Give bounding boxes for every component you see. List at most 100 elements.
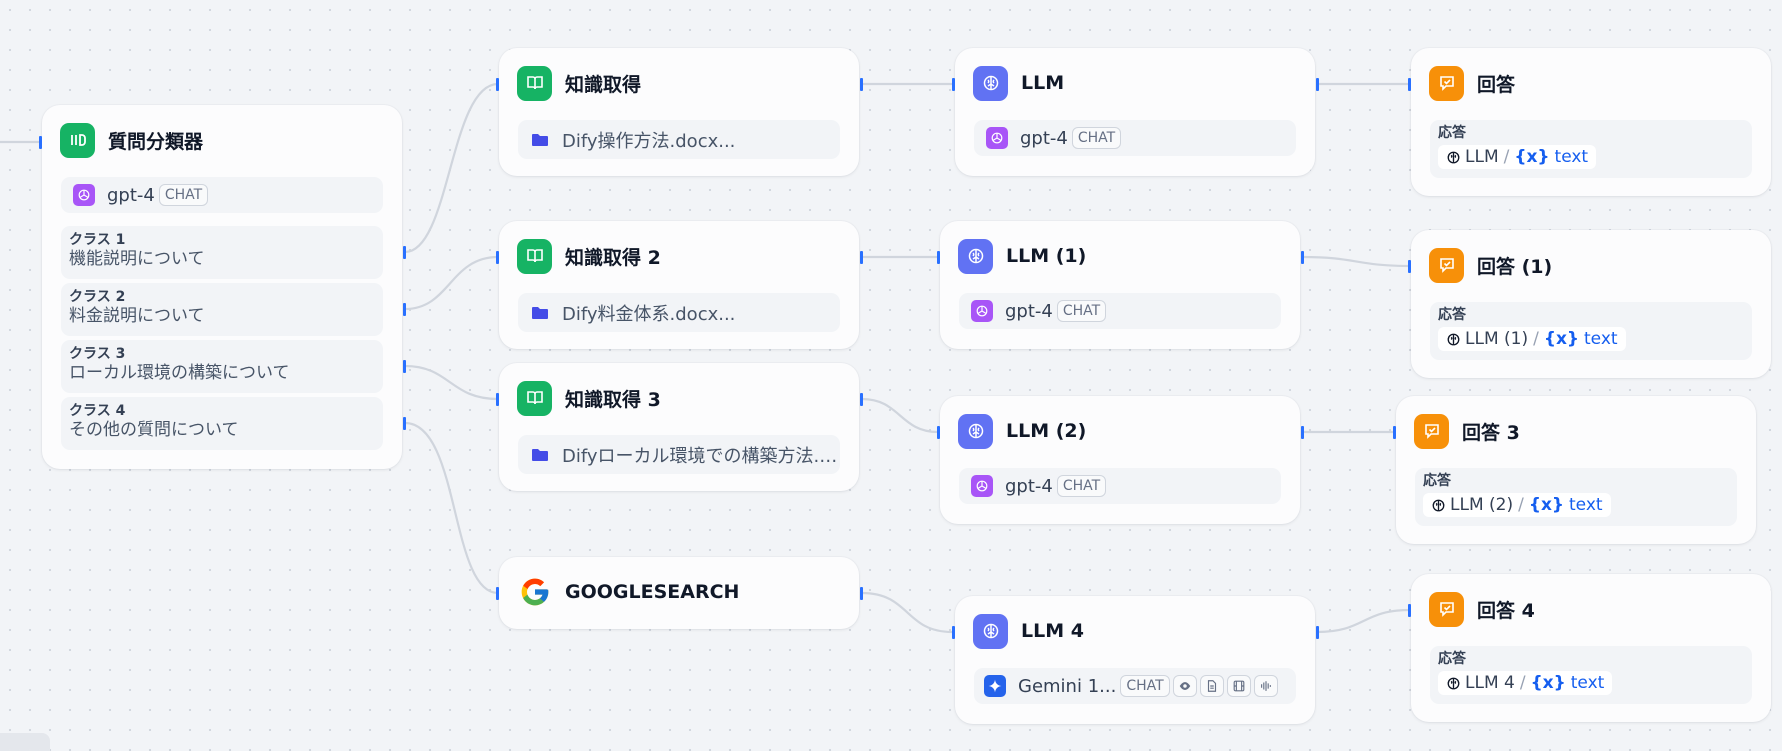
llm-1-node[interactable]: LLM (1) gpt-4 CHAT [940, 221, 1300, 349]
openai-icon [971, 475, 993, 497]
class-2-output-handle[interactable] [403, 303, 406, 316]
knowledge-retrieval-node-3[interactable]: 知識取得 3 Difyローカル環境での構築方法.d... [499, 363, 859, 491]
class-item-2[interactable]: クラス 2 料金説明について [61, 283, 383, 336]
input-handle[interactable] [952, 626, 955, 639]
google-search-node[interactable]: GOOGLESEARCH [499, 557, 859, 629]
variable-source: LLM (2) [1450, 495, 1514, 515]
class-text: その他の質問について [69, 420, 239, 440]
llm-brain-icon [1447, 333, 1460, 345]
input-handle[interactable] [496, 78, 499, 91]
output-handle[interactable] [860, 587, 863, 600]
class-4-output-handle[interactable] [403, 417, 406, 430]
input-handle[interactable] [496, 393, 499, 406]
book-icon [517, 238, 552, 274]
dataset-name: Dify操作方法.docx... [562, 130, 736, 152]
answer-3-node[interactable]: 回答 3 応答 LLM (2) / {x} text [1396, 396, 1756, 544]
output-handle[interactable] [860, 78, 863, 91]
answer-content[interactable]: 応答 LLM / {x} text [1430, 120, 1752, 178]
answer-content[interactable]: 応答 LLM (2) / {x} text [1415, 468, 1737, 526]
dataset-item[interactable]: Dify料金体系.docx... [518, 293, 840, 332]
video-icon [1226, 675, 1251, 697]
question-classifier-icon [60, 122, 95, 158]
answer-label: 応答 [1438, 651, 1466, 667]
edge-class1-knowledge1 [404, 82, 499, 254]
dataset-item[interactable]: Dify操作方法.docx... [518, 120, 840, 159]
variable-name: text [1569, 495, 1603, 515]
edge-llm1-answer1 [1302, 255, 1411, 268]
variable-reference[interactable]: LLM 4 / {x} text [1438, 671, 1613, 695]
edge-knowledge3-llm2 [861, 397, 939, 434]
node-title: LLM [1021, 72, 1065, 94]
node-title: 回答 [1477, 73, 1516, 96]
variable-separator: / [1503, 147, 1510, 167]
class-3-output-handle[interactable] [403, 360, 406, 373]
variable-name: text [1554, 147, 1589, 167]
node-title: 質問分類器 [108, 130, 204, 153]
node-title: LLM (1) [1006, 245, 1087, 267]
openai-icon [971, 300, 993, 322]
answer-node[interactable]: 回答 応答 LLM / {x} text [1411, 48, 1771, 196]
answer-1-node[interactable]: 回答 (1) 応答 LLM (1) / {x} text [1411, 230, 1771, 378]
audio-icon [1253, 675, 1278, 697]
variable-icon: {x} [1543, 329, 1580, 349]
input-handle[interactable] [937, 426, 940, 439]
model-selector[interactable]: gpt-4 CHAT [61, 177, 383, 213]
variable-reference[interactable]: LLM (2) / {x} text [1423, 493, 1611, 517]
output-handle[interactable] [860, 393, 863, 406]
edge-class3-knowledge3 [404, 364, 499, 401]
input-handle[interactable] [1408, 604, 1411, 617]
gemini-icon [984, 675, 1006, 697]
answer-content[interactable]: 応答 LLM (1) / {x} text [1430, 302, 1752, 360]
class-1-output-handle[interactable] [403, 246, 406, 259]
class-label: クラス 2 [69, 289, 126, 305]
variable-icon: {x} [1530, 673, 1566, 693]
node-title: 回答 4 [1477, 599, 1535, 622]
input-handle[interactable] [1393, 426, 1396, 439]
class-text: 機能説明について [69, 249, 205, 269]
output-handle[interactable] [1316, 626, 1319, 639]
class-item-1[interactable]: クラス 1 機能説明について [61, 226, 383, 279]
node-title: LLM (2) [1006, 420, 1087, 442]
variable-name: text [1584, 329, 1618, 349]
dataset-item[interactable]: Difyローカル環境での構築方法.d... [518, 435, 840, 474]
node-title: 知識取得 [565, 73, 642, 96]
llm-2-node[interactable]: LLM (2) gpt-4 CHAT [940, 396, 1300, 524]
class-item-3[interactable]: クラス 3 ローカル環境の構築について [61, 340, 383, 393]
class-text: ローカル環境の構築について [69, 363, 290, 383]
node-title: 回答 (1) [1477, 255, 1553, 278]
model-selector[interactable]: Gemini 1... CHAT [974, 668, 1296, 704]
model-selector[interactable]: gpt-4 CHAT [959, 468, 1281, 504]
model-name: Gemini 1... [1018, 675, 1117, 697]
answer-content[interactable]: 応答 LLM 4 / {x} text [1430, 646, 1752, 704]
output-handle[interactable] [1301, 251, 1304, 264]
model-selector[interactable]: gpt-4 CHAT [959, 293, 1281, 329]
answer-check-icon [1429, 65, 1464, 101]
input-handle[interactable] [937, 251, 940, 264]
variable-reference[interactable]: LLM / {x} text [1438, 145, 1597, 169]
node-title: 知識取得 3 [565, 388, 661, 411]
input-handle[interactable] [496, 251, 499, 264]
output-handle[interactable] [1316, 78, 1319, 91]
input-handle[interactable] [39, 136, 42, 149]
answer-4-node[interactable]: 回答 4 応答 LLM 4 / {x} text [1411, 574, 1771, 722]
class-item-4[interactable]: クラス 4 その他の質問について [61, 397, 383, 450]
knowledge-retrieval-node-1[interactable]: 知識取得 Dify操作方法.docx... [499, 48, 859, 176]
input-handle[interactable] [952, 78, 955, 91]
class-label: クラス 4 [69, 403, 126, 419]
output-handle[interactable] [860, 251, 863, 264]
llm-4-node[interactable]: LLM 4 Gemini 1... CHAT [955, 596, 1315, 724]
input-handle[interactable] [496, 587, 499, 600]
variable-separator: / [1533, 329, 1539, 349]
model-selector[interactable]: gpt-4 CHAT [974, 120, 1296, 156]
input-handle[interactable] [1408, 78, 1411, 91]
document-icon [1199, 675, 1224, 697]
knowledge-retrieval-node-2[interactable]: 知識取得 2 Dify料金体系.docx... [499, 221, 859, 349]
answer-label: 応答 [1438, 307, 1466, 323]
question-classifier-node[interactable]: 質問分類器 gpt-4 CHAT クラス 1 機能説明について クラス 2 料金… [42, 105, 402, 469]
llm-node[interactable]: LLM gpt-4 CHAT [955, 48, 1315, 176]
model-name: gpt-4 [1005, 300, 1053, 322]
output-handle[interactable] [1301, 426, 1304, 439]
variable-reference[interactable]: LLM (1) / {x} text [1438, 327, 1626, 351]
node-title: 知識取得 2 [565, 246, 661, 269]
input-handle[interactable] [1408, 260, 1411, 273]
